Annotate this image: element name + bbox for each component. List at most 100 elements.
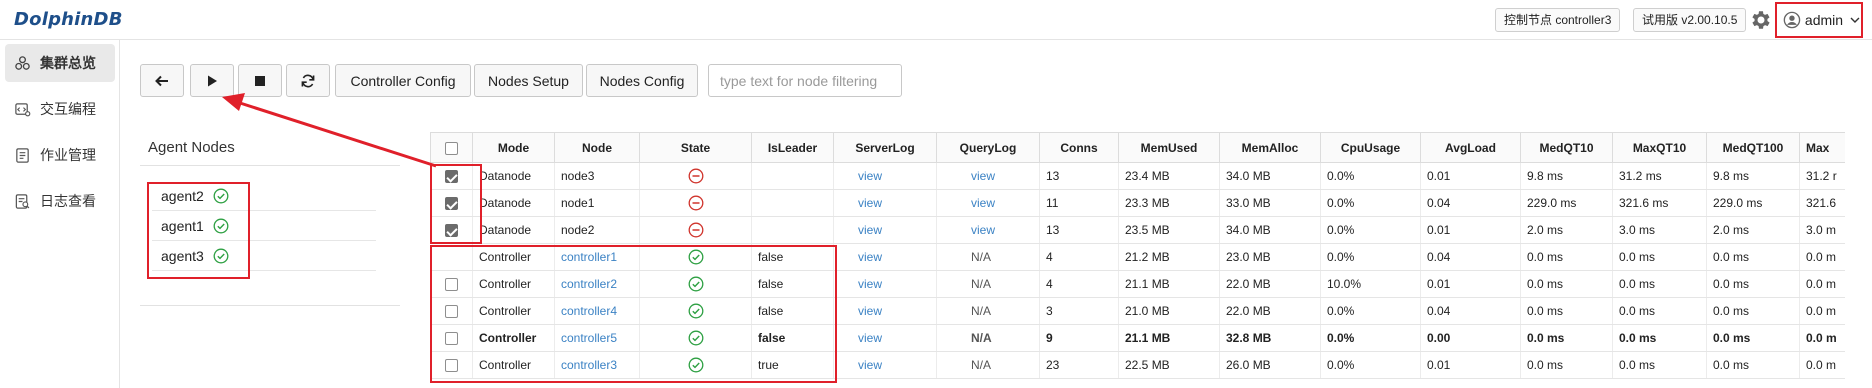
serverlog-cell[interactable]: view bbox=[833, 297, 937, 325]
node-name[interactable]: controller3 bbox=[561, 358, 617, 372]
row-select-checkbox[interactable] bbox=[444, 170, 458, 184]
table-row[interactable]: Datanode node3 view view 13 23.4 MB 34.0 MB 0.0… bbox=[430, 162, 1845, 190]
user-menu[interactable]: admin bbox=[1775, 2, 1863, 38]
node-name[interactable]: controller2 bbox=[561, 277, 617, 291]
serverlog-view-link[interactable]: view bbox=[858, 277, 882, 291]
node-cell[interactable]: controller3 bbox=[554, 351, 640, 379]
column-header-conns[interactable]: Conns bbox=[1039, 132, 1119, 163]
querylog-value[interactable]: view bbox=[971, 223, 995, 237]
refresh-button[interactable] bbox=[286, 64, 330, 97]
row-select-checkbox[interactable] bbox=[444, 305, 458, 319]
querylog-cell[interactable]: view bbox=[936, 216, 1040, 244]
maxqt10-cell: 0.0 ms bbox=[1612, 297, 1707, 325]
serverlog-view-link[interactable]: view bbox=[858, 304, 882, 318]
medqt10-cell: 0.0 ms bbox=[1520, 324, 1613, 352]
nodes-setup-button[interactable]: Nodes Setup bbox=[474, 64, 583, 97]
column-header-max[interactable]: Max bbox=[1799, 132, 1845, 163]
column-header-node[interactable]: Node bbox=[554, 132, 640, 163]
agent-row[interactable]: agent1 bbox=[152, 211, 376, 241]
serverlog-view-link[interactable]: view bbox=[858, 250, 882, 264]
row-select-cell[interactable] bbox=[430, 216, 473, 244]
serverlog-cell[interactable]: view bbox=[833, 162, 937, 190]
querylog-cell[interactable]: view bbox=[936, 162, 1040, 190]
back-button[interactable] bbox=[140, 64, 184, 97]
column-header-memalloc[interactable]: MemAlloc bbox=[1219, 132, 1321, 163]
node-name[interactable]: controller1 bbox=[561, 250, 617, 264]
medqt10-cell: 0.0 ms bbox=[1520, 243, 1613, 271]
sidebar-item-cluster-overview[interactable]: 集群总览 bbox=[5, 44, 115, 82]
column-header-serverlog[interactable]: ServerLog bbox=[833, 132, 937, 163]
row-select-cell[interactable] bbox=[430, 270, 473, 298]
row-select-checkbox[interactable] bbox=[444, 224, 458, 238]
medqt100-cell: 0.0 ms bbox=[1706, 243, 1800, 271]
controller-config-button[interactable]: Controller Config bbox=[335, 64, 471, 97]
row-select-checkbox[interactable] bbox=[444, 197, 458, 211]
column-header-maxqt10[interactable]: MaxQT10 bbox=[1612, 132, 1707, 163]
gear-icon[interactable] bbox=[1749, 8, 1773, 32]
serverlog-cell[interactable]: view bbox=[833, 216, 937, 244]
node-filter-input[interactable] bbox=[708, 64, 902, 97]
row-select-cell[interactable] bbox=[430, 297, 473, 325]
serverlog-cell[interactable]: view bbox=[833, 243, 937, 271]
node-cell[interactable]: controller1 bbox=[554, 243, 640, 271]
serverlog-view-link[interactable]: view bbox=[858, 358, 882, 372]
table-row[interactable]: Datanode node2 view view 13 23.5 MB 34.0 MB 0.0… bbox=[430, 216, 1845, 244]
table-row[interactable]: Controller controller3 true view N/A 23 22.5 M… bbox=[430, 351, 1845, 379]
serverlog-view-link[interactable]: view bbox=[858, 169, 882, 183]
version-badge[interactable]: 试用版 v2.00.10.5 bbox=[1633, 8, 1747, 32]
sidebar-item-interactive-programming[interactable]: 交互编程 bbox=[5, 90, 115, 128]
column-header-avgload[interactable]: AvgLoad bbox=[1420, 132, 1521, 163]
column-header-isleader[interactable]: IsLeader bbox=[751, 132, 834, 163]
serverlog-cell[interactable]: view bbox=[833, 189, 937, 217]
node-cell[interactable]: controller2 bbox=[554, 270, 640, 298]
row-select-cell[interactable] bbox=[430, 189, 473, 217]
node-name[interactable]: controller4 bbox=[561, 304, 617, 318]
select-all-header[interactable] bbox=[430, 132, 473, 163]
querylog-value[interactable]: view bbox=[971, 169, 995, 183]
nodes-table-container[interactable]: Mode Node State IsLeader ServerLog Query… bbox=[430, 132, 1845, 388]
serverlog-cell[interactable]: view bbox=[833, 351, 937, 379]
sidebar-item-job-management[interactable]: 作业管理 bbox=[5, 136, 115, 174]
column-header-mode[interactable]: Mode bbox=[472, 132, 555, 163]
column-header-cpuusage[interactable]: CpuUsage bbox=[1320, 132, 1421, 163]
table-row[interactable]: Controller controller4 false view N/A 3 21.0 M… bbox=[430, 297, 1845, 325]
querylog-cell[interactable]: view bbox=[936, 189, 1040, 217]
table-row[interactable]: Datanode node1 view view 11 23.3 MB 33.0 MB 0.0… bbox=[430, 189, 1845, 217]
conns-cell: 13 bbox=[1039, 162, 1119, 190]
controller-badge[interactable]: 控制节点 controller3 bbox=[1495, 8, 1621, 32]
row-select-cell[interactable] bbox=[430, 351, 473, 379]
node-cell[interactable]: controller5 bbox=[554, 324, 640, 352]
row-select-cell[interactable] bbox=[430, 324, 473, 352]
cpuusage-cell: 0.0% bbox=[1320, 324, 1421, 352]
sidebar-item-log-viewer[interactable]: 日志查看 bbox=[5, 182, 115, 220]
column-header-memused[interactable]: MemUsed bbox=[1118, 132, 1220, 163]
serverlog-view-link[interactable]: view bbox=[858, 223, 882, 237]
node-name[interactable]: controller5 bbox=[561, 331, 617, 345]
row-select-checkbox[interactable] bbox=[444, 332, 458, 346]
nodes-config-button[interactable]: Nodes Config bbox=[586, 64, 698, 97]
table-row[interactable]: Controller controller5 false view N/A 9 21.1 M… bbox=[430, 324, 1845, 352]
start-node-button[interactable] bbox=[190, 64, 234, 97]
querylog-value[interactable]: view bbox=[971, 196, 995, 210]
cpuusage-cell: 0.0% bbox=[1320, 297, 1421, 325]
row-select-checkbox[interactable] bbox=[444, 359, 458, 373]
table-row[interactable]: Controller controller1 false view N/A 4 21.2 M… bbox=[430, 243, 1845, 271]
row-select-cell[interactable] bbox=[430, 162, 473, 190]
column-header-querylog[interactable]: QueryLog bbox=[936, 132, 1040, 163]
row-select-checkbox[interactable] bbox=[444, 278, 458, 292]
stop-node-button[interactable] bbox=[238, 64, 282, 97]
agent-row[interactable]: agent2 bbox=[152, 181, 376, 211]
select-all-checkbox[interactable] bbox=[445, 141, 458, 155]
table-row[interactable]: Controller controller2 false view N/A 4 21.1 M… bbox=[430, 270, 1845, 298]
serverlog-view-link[interactable]: view bbox=[858, 196, 882, 210]
column-header-medqt10[interactable]: MedQT10 bbox=[1520, 132, 1613, 163]
serverlog-view-link[interactable]: view bbox=[858, 331, 882, 345]
column-header-medqt100[interactable]: MedQT100 bbox=[1706, 132, 1800, 163]
serverlog-cell[interactable]: view bbox=[833, 324, 937, 352]
column-header-state[interactable]: State bbox=[639, 132, 752, 163]
node-cell[interactable]: controller4 bbox=[554, 297, 640, 325]
agent-row[interactable]: agent3 bbox=[152, 241, 376, 271]
arrow-left-icon bbox=[155, 75, 168, 86]
serverlog-cell[interactable]: view bbox=[833, 270, 937, 298]
row-select-cell[interactable] bbox=[430, 243, 473, 271]
